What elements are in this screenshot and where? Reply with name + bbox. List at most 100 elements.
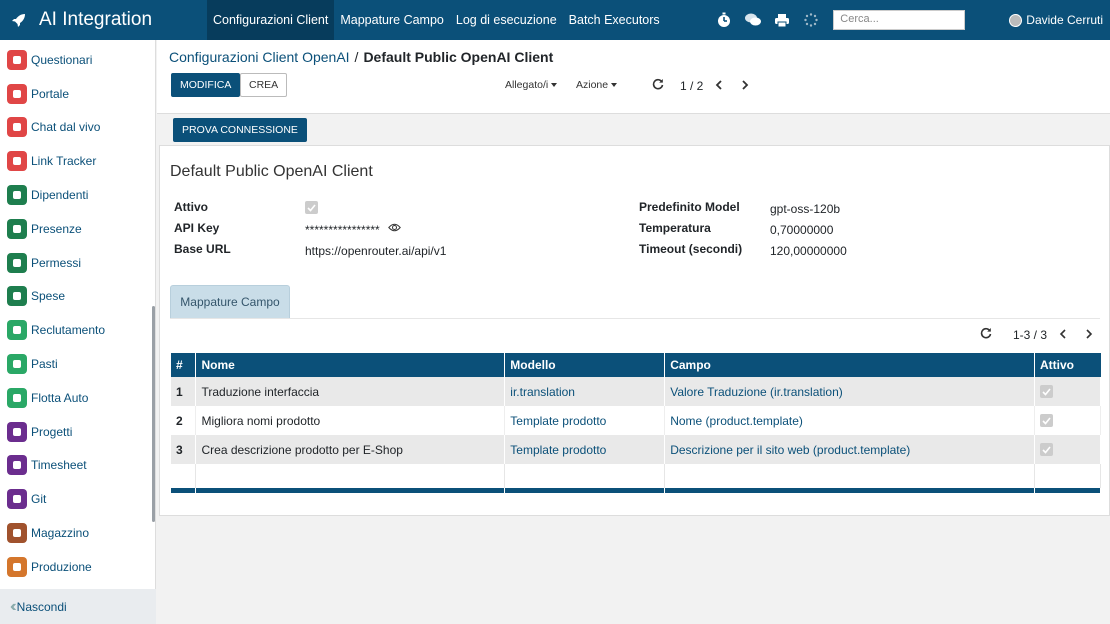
chevron-left-icon[interactable] [715, 79, 723, 93]
rocket-icon[interactable] [11, 12, 27, 28]
sidebar-item-portale[interactable]: Portale [0, 77, 155, 111]
row-active-checkbox[interactable] [1039, 414, 1053, 427]
field-label-timeout: Timeout (secondi) [639, 242, 743, 256]
column-header-modello[interactable]: Modello [504, 353, 666, 377]
print-icon[interactable] [773, 11, 791, 29]
sidebar-item-permessi[interactable]: Permessi [0, 246, 155, 280]
row-name[interactable]: Migliora nomi prodotto [195, 406, 506, 435]
sidebar-item-chat-dal-vivo[interactable]: Chat dal vivo [0, 111, 155, 145]
sidebar-item-pasti[interactable]: Pasti [0, 347, 155, 381]
survey-icon [7, 49, 27, 70]
menu-batch-executors[interactable]: Batch Executors [563, 0, 666, 40]
create-button[interactable]: CREA [240, 73, 288, 97]
sidebar-item-label: Git [31, 492, 47, 507]
sidebar-item-label: Questionari [31, 52, 93, 67]
form-sheet: Default Public OpenAI Client Attivo API … [159, 145, 1110, 516]
tab-divider [170, 318, 1100, 319]
sidebar-item-label: Magazzino [31, 526, 90, 541]
sidebar-scrollbar[interactable] [152, 306, 155, 522]
timeoff-icon [7, 252, 27, 273]
pager-value[interactable]: 1 / 2 [680, 79, 703, 93]
table-header-row: # Nome Modello Campo Attivo [171, 353, 1101, 377]
api-key-field[interactable]: **************** [305, 223, 380, 237]
row-model[interactable]: ir.translation [504, 377, 666, 406]
sidebar-item-reclutamento[interactable]: Reclutamento [0, 313, 155, 347]
row-name[interactable]: Traduzione interfaccia [195, 377, 506, 406]
app-title[interactable]: AI Integration [39, 9, 183, 31]
row-active-checkbox[interactable] [1039, 443, 1053, 456]
user-menu[interactable]: Davide Cerruti [1009, 13, 1103, 27]
portal-icon [7, 83, 27, 104]
breadcrumb-parent[interactable]: Configurazioni Client OpenAI [169, 49, 350, 65]
table-row[interactable]: 3 Crea descrizione prodotto per E-Shop T… [171, 435, 1102, 464]
sidebar-item-magazzino[interactable]: Magazzino [0, 516, 155, 550]
systray: Cerca... Davide Cerruti [715, 0, 1110, 40]
mappings-pager-value[interactable]: 1-3 / 3 [1013, 328, 1047, 342]
sidebar-item-label: Reclutamento [31, 323, 106, 338]
attivo-checkbox[interactable] [305, 201, 318, 214]
sidebar-item-questionari[interactable]: Questionari [0, 43, 155, 77]
temperatura-field[interactable]: 0,70000000 [770, 223, 833, 237]
sidebar-item-progetti[interactable]: Progetti [0, 415, 155, 449]
row-field[interactable]: Descrizione per il sito web (product.tem… [664, 435, 1035, 464]
attachments-dropdown[interactable]: Allegato/i [505, 79, 558, 91]
predefinito-model-field[interactable]: gpt-oss-120b [770, 202, 840, 216]
row-number: 3 [171, 435, 197, 464]
manufacturing-icon [7, 556, 27, 577]
sidebar-item-label: Link Tracker [31, 154, 97, 169]
inventory-icon [7, 523, 27, 544]
menu-configurazioni-client[interactable]: Configurazioni Client [207, 0, 335, 40]
sidebar-item-label: Progetti [31, 424, 73, 439]
chevron-right-icon[interactable] [1085, 328, 1093, 342]
sidebar-item-flotta-auto[interactable]: Flotta Auto [0, 381, 155, 415]
sidebar-item-label: Flotta Auto [31, 390, 89, 405]
row-field[interactable]: Valore Traduzione (ir.translation) [664, 377, 1035, 406]
column-header-num[interactable]: # [171, 353, 197, 377]
column-header-attivo[interactable]: Attivo [1034, 353, 1101, 377]
timeout-field[interactable]: 120,00000000 [770, 244, 847, 258]
row-active-checkbox[interactable] [1039, 385, 1053, 398]
sidebar-collapse-button[interactable]: ‹‹ Nascondi [0, 589, 156, 624]
sidebar-item-link-tracker[interactable]: Link Tracker [0, 144, 155, 178]
row-number: 2 [171, 406, 197, 435]
reload-icon[interactable] [652, 78, 664, 93]
reload-icon[interactable] [980, 327, 992, 342]
field-label-base-url: Base URL [174, 242, 231, 256]
recruitment-icon [7, 320, 27, 341]
table-row[interactable]: 2 Migliora nomi prodotto Template prodot… [171, 406, 1102, 435]
chevron-right-icon[interactable] [741, 79, 749, 93]
search-input[interactable]: Cerca... [833, 10, 966, 30]
breadcrumb: Configurazioni Client OpenAI / Default Pub… [169, 49, 553, 65]
project-icon [7, 421, 27, 442]
row-model[interactable]: Template prodotto [504, 435, 666, 464]
sidebar-item-timesheet[interactable]: Timesheet [0, 449, 155, 483]
top-navbar: AI Integration Configurazioni Client Map… [0, 0, 1110, 40]
field-label-predefinito-model: Predefinito Model [639, 200, 740, 214]
tab-mappature-campo[interactable]: Mappature Campo [170, 285, 290, 319]
edit-button[interactable]: MODIFICA [171, 73, 241, 97]
row-name[interactable]: Crea descrizione prodotto per E-Shop [195, 435, 506, 464]
sidebar-item-label: Portale [31, 86, 70, 101]
attendance-icon [7, 218, 27, 239]
row-model[interactable]: Template prodotto [504, 406, 666, 435]
eye-icon[interactable] [388, 222, 401, 236]
activity-clock-icon[interactable] [715, 11, 733, 29]
chevron-left-icon[interactable] [1059, 328, 1067, 342]
base-url-field[interactable]: https://openrouter.ai/api/v1 [305, 244, 446, 258]
sidebar-item-presenze[interactable]: Presenze [0, 212, 155, 246]
action-dropdown[interactable]: Azione [576, 79, 618, 91]
sidebar-item-dipendenti[interactable]: Dipendenti [0, 178, 155, 212]
sidebar-item-produzione[interactable]: Produzione [0, 550, 155, 584]
menu-log-esecuzione[interactable]: Log di esecuzione [450, 0, 563, 40]
column-header-nome[interactable]: Nome [195, 353, 506, 377]
test-connection-button[interactable]: PROVA CONNESSIONE [173, 118, 307, 142]
table-row[interactable]: 1 Traduzione interfaccia ir.translation … [171, 377, 1102, 406]
sidebar-item-spese[interactable]: Spese [0, 280, 155, 314]
user-name: Davide Cerruti [1026, 13, 1103, 27]
column-header-campo[interactable]: Campo [664, 353, 1035, 377]
sidebar-item-git[interactable]: Git [0, 482, 155, 516]
row-field[interactable]: Nome (product.template) [664, 406, 1035, 435]
menu-mappature-campo[interactable]: Mappature Campo [334, 0, 450, 40]
chat-icon[interactable] [744, 11, 762, 29]
avatar [1009, 13, 1023, 27]
